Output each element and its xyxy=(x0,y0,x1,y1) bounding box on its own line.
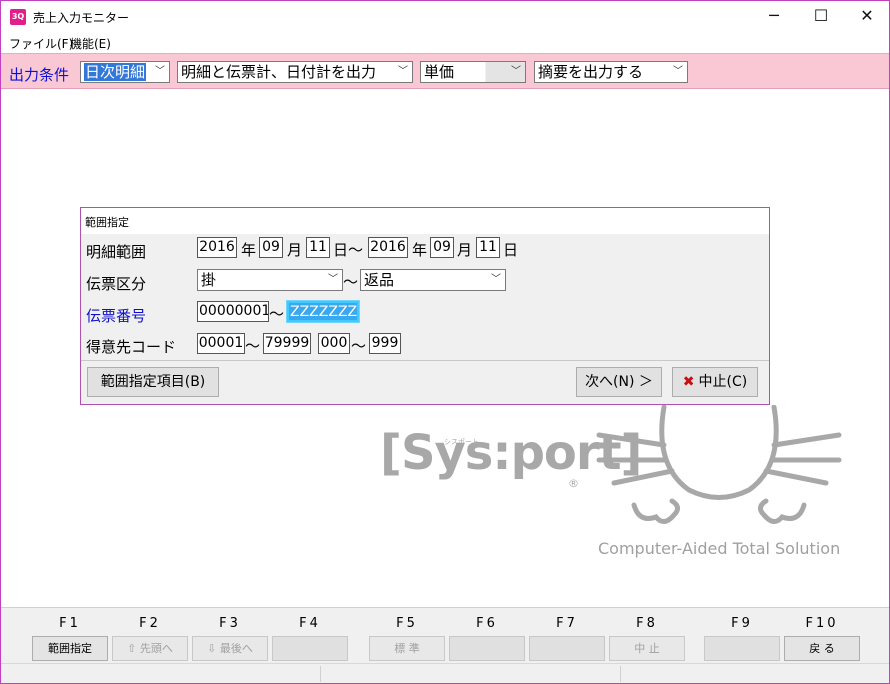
to-month-input[interactable]: 09 xyxy=(430,237,454,258)
app-window: 3Q 売上入力モニター ─ ☐ ✕ ファイル(F) 機能(E) 出力条件 日次明… xyxy=(0,0,890,684)
next-button[interactable]: 次へ(N) ＞ xyxy=(576,367,662,397)
price-select[interactable]: 単価 ﹀ xyxy=(420,61,526,83)
f3-last-button[interactable]: ⇩ 最後へ xyxy=(192,636,268,661)
fkey-label-f4: F4 xyxy=(299,616,321,631)
range-dialog: 範囲指定 明細範囲 2016 年 09 月 11 日 ～ 2016 年 09 月… xyxy=(80,207,770,405)
totals-output-select[interactable]: 明細と伝票計、日付計を出力 ﹀ xyxy=(177,61,413,83)
output-condition-bar: 出力条件 日次明細 ﹀ 明細と伝票計、日付計を出力 ﹀ 単価 ﹀ 摘要を出力する… xyxy=(1,53,889,89)
logo-tagline: Computer-Aided Total Solution xyxy=(598,539,841,558)
close-button[interactable]: ✕ xyxy=(844,1,890,31)
fkey-label-f6: F6 xyxy=(476,616,498,631)
registered-mark: ® xyxy=(568,477,579,490)
customer-code-to-input[interactable]: 79999 xyxy=(263,333,311,354)
cat-mascot-icon xyxy=(596,405,842,524)
dialog-divider xyxy=(81,360,769,361)
day-unit: 日 xyxy=(503,241,519,259)
fkey-label-f1: F1 xyxy=(59,616,81,631)
from-month-input[interactable]: 09 xyxy=(259,237,283,258)
range-tilde: ～ xyxy=(269,305,285,323)
fkey-label-f5: F5 xyxy=(396,616,418,631)
f10-back-button[interactable]: 戻 る xyxy=(784,636,860,661)
year-unit: 年 xyxy=(241,241,257,259)
chevron-down-icon: ﹀ xyxy=(398,66,408,77)
f2-first-button[interactable]: ⇧ 先頭へ xyxy=(112,636,188,661)
detail-type-value: 日次明細 xyxy=(84,63,147,81)
cancel-button-label: 中止(C) xyxy=(698,374,748,390)
menu-bar: ファイル(F) 機能(E) xyxy=(1,32,889,52)
function-key-bar: F1 範囲指定 F2 ⇧ 先頭へ F3 ⇩ 最後へ F4 F5 標 準 F6 F… xyxy=(1,607,889,663)
app-icon: 3Q xyxy=(10,9,26,25)
sysport-logo: [Sys:port] シスポート ® Computer-Aided Total … xyxy=(376,405,856,565)
memo-output-select[interactable]: 摘要を出力する ﹀ xyxy=(534,61,688,83)
chevron-down-icon: ﹀ xyxy=(328,274,338,285)
status-cell xyxy=(1,666,321,682)
output-condition-label: 出力条件 xyxy=(9,66,70,84)
minimize-button[interactable]: ─ xyxy=(751,1,797,31)
fkey-label-f10: F10 xyxy=(805,616,839,631)
cancel-x-icon: ✖ xyxy=(682,374,695,390)
range-items-button[interactable]: 範囲指定項目(B) xyxy=(87,367,219,397)
memo-output-value: 摘要を出力する xyxy=(538,63,644,81)
month-unit: 月 xyxy=(287,241,303,259)
chevron-down-icon: ﹀ xyxy=(155,66,165,77)
f6-button[interactable] xyxy=(449,636,525,661)
slip-type-to-value: 返品 xyxy=(364,271,395,289)
window-title: 売上入力モニター xyxy=(33,11,130,25)
fkey-label-f7: F7 xyxy=(556,616,578,631)
f9-button[interactable] xyxy=(704,636,780,661)
f4-button[interactable] xyxy=(272,636,348,661)
f1-range-button[interactable]: 範囲指定 xyxy=(32,636,108,661)
fkey-label-f9: F9 xyxy=(731,616,753,631)
range-tilde: ～ xyxy=(348,241,364,259)
chevron-down-icon: ﹀ xyxy=(491,274,501,285)
detail-range-label: 明細範囲 xyxy=(86,243,147,261)
slip-number-label: 伝票番号 xyxy=(86,307,147,325)
cancel-button[interactable]: ✖ 中止(C) xyxy=(672,367,758,397)
maximize-button[interactable]: ☐ xyxy=(798,1,844,31)
menu-function[interactable]: 機能(E) xyxy=(70,35,111,52)
fkey-label-f8: F8 xyxy=(636,616,658,631)
chevron-down-icon: ﹀ xyxy=(673,66,683,77)
chevron-down-icon: ﹀ xyxy=(511,66,521,77)
from-year-input[interactable]: 2016 xyxy=(197,237,237,258)
fkey-label-f2: F2 xyxy=(139,616,161,631)
logo-kana: シスポート xyxy=(444,438,479,446)
from-day-input[interactable]: 11 xyxy=(306,237,330,258)
f5-standard-button[interactable]: 標 準 xyxy=(369,636,445,661)
slip-type-to-select[interactable]: 返品 ﹀ xyxy=(360,269,506,291)
totals-output-value: 明細と伝票計、日付計を出力 xyxy=(181,63,377,81)
slip-type-from-select[interactable]: 掛 ﹀ xyxy=(197,269,343,291)
status-bar xyxy=(1,663,889,683)
title-bar: 3Q 売上入力モニター ─ ☐ ✕ xyxy=(1,1,889,31)
slip-type-label: 伝票区分 xyxy=(86,275,147,293)
customer-code-from-input[interactable]: 00001 xyxy=(197,333,245,354)
slip-number-from-input[interactable]: 00000001 xyxy=(197,301,269,322)
to-day-input[interactable]: 11 xyxy=(476,237,500,258)
range-tilde: ～ xyxy=(351,337,367,355)
fkey-label-f3: F3 xyxy=(219,616,241,631)
year-unit: 年 xyxy=(412,241,428,259)
range-tilde: ～ xyxy=(245,337,261,355)
status-cell xyxy=(321,666,621,682)
range-tilde: ～ xyxy=(343,273,359,291)
detail-type-select[interactable]: 日次明細 ﹀ xyxy=(80,61,170,83)
price-value: 単価 xyxy=(424,63,455,81)
slip-type-from-value: 掛 xyxy=(201,271,217,289)
customer-subcode-from-input[interactable]: 000 xyxy=(318,333,350,354)
day-unit: 日 xyxy=(333,241,349,259)
to-year-input[interactable]: 2016 xyxy=(368,237,408,258)
slip-number-to-input[interactable]: ZZZZZZZZ xyxy=(287,301,359,322)
f7-button[interactable] xyxy=(529,636,605,661)
month-unit: 月 xyxy=(457,241,473,259)
f8-cancel-button[interactable]: 中 止 xyxy=(609,636,685,661)
customer-code-label: 得意先コード xyxy=(86,338,177,356)
customer-subcode-to-input[interactable]: 999 xyxy=(369,333,401,354)
dialog-title: 範囲指定 xyxy=(81,208,769,234)
menu-file[interactable]: ファイル(F) xyxy=(9,35,73,52)
